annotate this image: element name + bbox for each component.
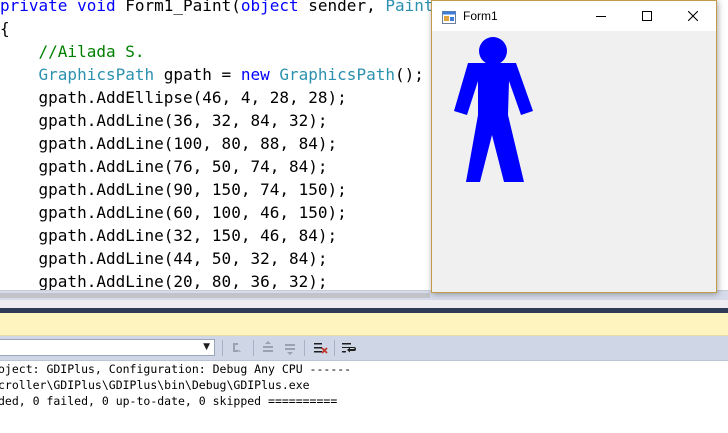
code-line: { [0,17,10,40]
code-token: gpath.AddLine(90, 150, 74, 150); [0,180,347,199]
code-line: gpath.AddLine(60, 100, 46, 150); [0,201,347,224]
code-token: gpath = [154,65,241,84]
code-token: new [240,65,270,84]
code-line: gpath.AddLine(36, 32, 84, 32); [0,109,328,132]
chevron-down-icon[interactable]: ▼ [203,343,210,352]
code-token: gpath.AddLine(100, 80, 88, 84); [0,134,338,153]
code-token: GraphicsPath [279,65,395,84]
window-title: Form1 [463,9,498,23]
clear-all-icon[interactable] [312,340,328,356]
code-token: private [0,0,68,15]
panel-splitter[interactable] [0,300,728,308]
code-line: gpath.AddLine(44, 50, 32, 84); [0,247,328,270]
output-text-area[interactable]: oject: GDIPlus, Configuration: Debug Any… [0,361,728,433]
output-line: croller\GDIPlus\GDIPlus\bin\Debug\GDIPlu… [0,378,310,392]
code-token: sender, [298,0,386,15]
output-panel-tab-strip [0,313,728,336]
toolbar-separator [334,340,335,356]
code-token: gpath.AddLine(36, 32, 84, 32); [0,111,328,130]
toggle-word-wrap-icon[interactable] [341,340,357,356]
code-line: gpath.AddLine(32, 150, 46, 84); [0,224,338,247]
maximize-button[interactable] [624,1,670,31]
code-token: gpath.AddLine(60, 100, 46, 150); [0,203,347,222]
code-line: gpath.AddLine(90, 150, 74, 150); [0,178,347,201]
code-line: gpath.AddLine(76, 50, 74, 84); [0,155,328,178]
toolbar-separator [304,340,305,356]
code-token: Form1_Paint( [115,0,241,15]
code-token: gpath.AddLine(32, 150, 46, 84); [0,226,338,245]
code-token: void [77,0,116,15]
close-button[interactable] [670,1,716,31]
toolbar-separator [253,340,254,356]
code-token: { [0,19,10,38]
close-icon [688,11,698,21]
code-line: private void Form1_Paint(object sender, … [0,0,453,17]
code-token: gpath.AddLine(20, 80, 36, 32); [0,272,328,290]
show-output-from-select[interactable]: ▼ [0,339,215,356]
code-token: //Ailada S. [0,42,145,61]
form-client-area [454,37,533,182]
figure-body [454,63,533,182]
code-line: gpath.AddEllipse(46, 4, 28, 28); [0,86,347,109]
minimize-icon [596,16,606,17]
app-form-icon [442,9,456,24]
output-toolbar: ▼ [0,336,728,361]
code-line: //Ailada S. [0,40,145,63]
form1-window[interactable]: Form1 [431,0,717,293]
output-line: ded, 0 failed, 0 up-to-date, 0 skipped =… [0,394,338,408]
code-token: gpath.AddLine(76, 50, 74, 84); [0,157,328,176]
go-to-next-message-icon[interactable] [282,340,298,356]
code-line: GraphicsPath gpath = new GraphicsPath(); [0,63,424,86]
go-to-previous-message-icon[interactable] [260,340,276,356]
code-token: (); [394,65,424,84]
code-token: GraphicsPath [38,65,155,84]
scrollbar-thumb[interactable] [0,293,430,298]
stick-figure [454,37,533,182]
maximize-icon [642,11,652,21]
code-line: gpath.AddLine(100, 80, 88, 84); [0,132,338,155]
minimize-button[interactable] [578,1,624,31]
toolbar-separator [222,340,223,356]
output-line: oject: GDIPlus, Configuration: Debug Any… [0,362,352,376]
figure-head [479,37,507,65]
code-line: gpath.AddLine(20, 80, 36, 32); [0,270,328,290]
code-token: gpath.AddEllipse(46, 4, 28, 28); [0,88,347,107]
code-token: object [240,0,299,15]
window-titlebar[interactable]: Form1 [432,1,716,31]
find-message-icon[interactable] [230,340,246,356]
code-token: gpath.AddLine(44, 50, 32, 84); [0,249,328,268]
